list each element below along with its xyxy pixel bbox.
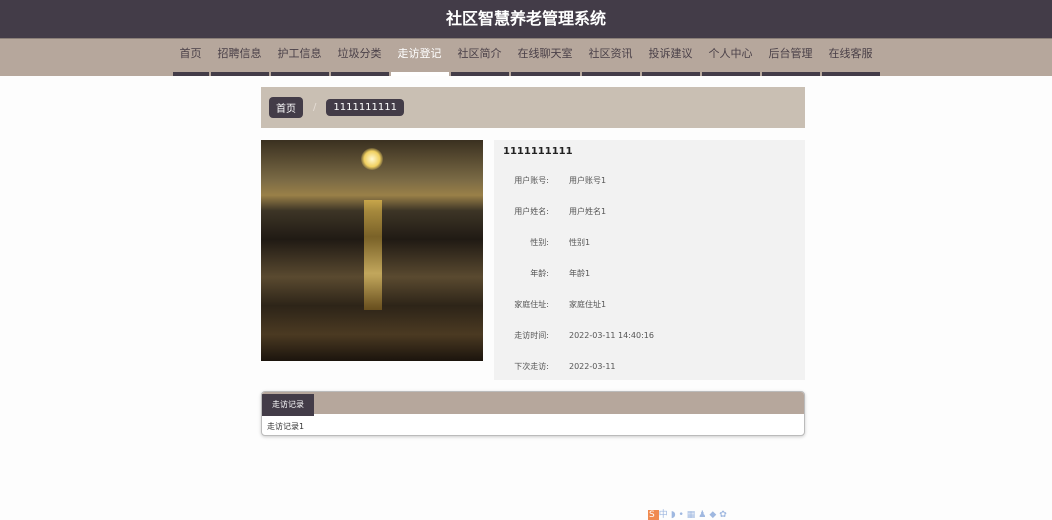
nav-garbage[interactable]: 垃圾分类 — [330, 39, 390, 76]
field-row: 家庭住址: 家庭住址1 — [494, 289, 805, 320]
nav-visit-registration[interactable]: 走访登记 — [390, 39, 450, 76]
site-header: 社区智慧养老管理系统 — [0, 0, 1052, 38]
field-row: 用户账号: 用户账号1 — [494, 165, 805, 196]
field-label: 下次走访: — [514, 362, 549, 371]
field-row: 用户姓名: 用户姓名1 — [494, 196, 805, 227]
sun — [361, 148, 383, 170]
field-value: 家庭住址1 — [569, 300, 607, 309]
field-row: 性别: 性别1 — [494, 227, 805, 258]
field-row: 走访时间: 2022-03-11 14:40:16 — [494, 320, 805, 351]
breadcrumb-home[interactable]: 首页 — [269, 97, 303, 118]
breadcrumb-current: 1111111111 — [326, 99, 404, 116]
detail-title: 1111111111 — [503, 146, 573, 157]
nav-caregivers[interactable]: 护工信息 — [270, 39, 330, 76]
field-label: 性别: — [530, 238, 549, 247]
field-value: 用户账号1 — [569, 176, 607, 185]
tab-content: 走访记录1 — [267, 422, 305, 431]
field-value: 性别1 — [569, 238, 591, 247]
visit-records-tabs: 走访记录 走访记录1 — [261, 391, 805, 436]
field-value: 2022-03-11 14:40:16 — [569, 331, 654, 340]
field-value: 用户姓名1 — [569, 207, 607, 216]
breadcrumb: 首页 / 1111111111 — [261, 87, 805, 128]
tab-visit-records[interactable]: 走访记录 — [262, 394, 314, 416]
field-value: 2022-03-11 — [569, 362, 616, 371]
record-image — [261, 140, 483, 361]
nav-support[interactable]: 在线客服 — [821, 39, 881, 76]
field-label: 走访时间: — [514, 331, 549, 340]
nav-community-intro[interactable]: 社区简介 — [450, 39, 510, 76]
field-label: 家庭住址: — [514, 300, 549, 309]
site-title: 社区智慧养老管理系统 — [445, 9, 606, 28]
nav-chatroom[interactable]: 在线聊天室 — [510, 39, 581, 76]
ime-toolbar[interactable]: S中◗•▦♟◆✿ — [648, 507, 730, 520]
nav-home[interactable]: 首页 — [172, 39, 210, 76]
field-label: 年龄: — [530, 269, 549, 278]
detail-panel: 1111111111 用户账号: 用户账号1 用户姓名: 用户姓名1 性别: 性别1 … — [494, 140, 805, 380]
nav-profile[interactable]: 个人中心 — [701, 39, 761, 76]
field-row: 年龄: 年龄1 — [494, 258, 805, 289]
nav-admin[interactable]: 后台管理 — [761, 39, 821, 76]
sun-reflection — [364, 200, 382, 310]
field-value: 年龄1 — [569, 269, 591, 278]
main-nav: 首页 招聘信息 护工信息 垃圾分类 走访登记 社区简介 在线聊天室 社区资讯 投… — [0, 38, 1052, 76]
breadcrumb-separator: / — [313, 102, 317, 113]
field-label: 用户姓名: — [514, 207, 549, 216]
field-label: 用户账号: — [514, 176, 549, 185]
nav-recruitment[interactable]: 招聘信息 — [210, 39, 270, 76]
nav-news[interactable]: 社区资讯 — [581, 39, 641, 76]
nav-complaints[interactable]: 投诉建议 — [641, 39, 701, 76]
field-row: 下次走访: 2022-03-11 — [494, 351, 805, 382]
